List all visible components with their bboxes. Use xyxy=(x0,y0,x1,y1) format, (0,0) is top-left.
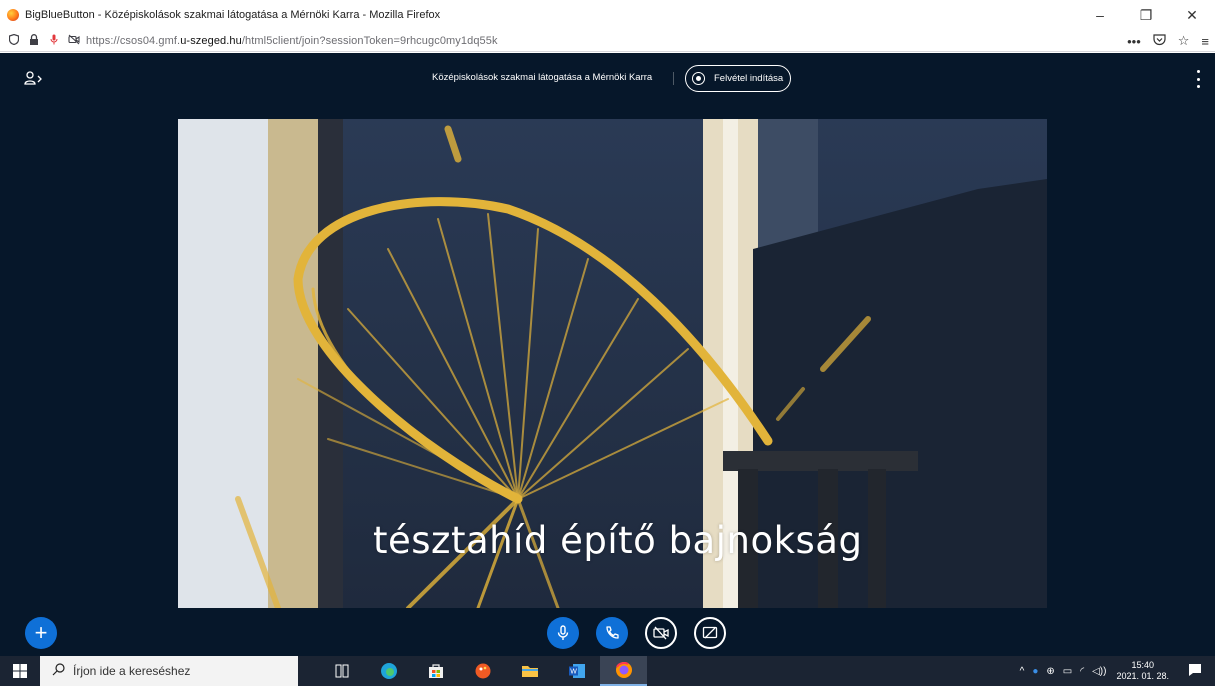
usb-icon[interactable]: ⊕ xyxy=(1046,666,1054,677)
edge-icon[interactable] xyxy=(365,656,412,686)
microphone-icon[interactable] xyxy=(48,34,60,48)
bbb-app: Középiskolások szakmai látogatása a Mérn… xyxy=(0,53,1215,656)
firefox-taskbar-icon[interactable] xyxy=(600,656,647,686)
task-view-icon[interactable] xyxy=(318,656,365,686)
record-icon xyxy=(692,72,705,85)
search-icon xyxy=(52,663,65,679)
clock-time: 15:40 xyxy=(1131,660,1154,670)
users-list-toggle[interactable] xyxy=(23,70,45,86)
tray-icons: ^ ● ⊕ ▭ ◜ ◁)) xyxy=(1020,666,1107,677)
lock-icon[interactable] xyxy=(28,33,40,48)
maximize-button[interactable]: ❐ xyxy=(1123,0,1169,30)
bookmark-star-icon[interactable]: ☆ xyxy=(1178,33,1190,49)
camera-off-icon[interactable] xyxy=(68,34,80,48)
video-caption: tésztahíd építő bajnokság xyxy=(373,519,863,562)
firefox-icon xyxy=(7,9,19,21)
screen-share-button[interactable] xyxy=(694,617,726,649)
windows-taskbar: Írjon ide a kereséshez W ^ ● ⊕ ▭ ◜ ◁)) 1… xyxy=(0,656,1215,686)
minimize-button[interactable]: – xyxy=(1077,0,1123,30)
meeting-title: Középiskolások szakmai látogatása a Mérn… xyxy=(432,72,653,83)
leave-audio-button[interactable] xyxy=(596,617,628,649)
start-recording-button[interactable]: Felvétel indítása xyxy=(685,65,791,92)
pocket-icon[interactable] xyxy=(1153,33,1166,49)
title-divider xyxy=(673,72,674,85)
battery-icon[interactable]: ▭ xyxy=(1063,666,1072,677)
volume-icon[interactable]: ◁)) xyxy=(1092,666,1106,677)
microphone-icon xyxy=(557,625,569,640)
file-explorer-icon[interactable] xyxy=(506,656,553,686)
media-controls xyxy=(547,617,726,649)
bluetooth-icon[interactable]: ● xyxy=(1032,666,1038,677)
store-icon[interactable] xyxy=(412,656,459,686)
address-bar: https://csos04.gmf.u-szeged.hu/html5clie… xyxy=(0,30,1215,52)
taskbar-apps: W xyxy=(318,656,647,686)
url-host: u-szeged.hu xyxy=(180,34,242,47)
screen-share-off-icon xyxy=(702,626,718,639)
start-recording-label: Felvétel indítása xyxy=(714,73,784,84)
shield-icon[interactable] xyxy=(8,33,20,48)
system-tray: ^ ● ⊕ ▭ ◜ ◁)) 15:40 2021. 01. 28. xyxy=(1020,656,1215,686)
window-titlebar: BigBlueButton - Középiskolások szakmai l… xyxy=(0,0,1215,30)
windows-logo-icon xyxy=(13,664,27,678)
window-title: BigBlueButton - Középiskolások szakmai l… xyxy=(25,9,441,21)
word-icon[interactable]: W xyxy=(553,656,600,686)
menu-icon[interactable]: ≡ xyxy=(1201,34,1209,49)
video-stream: tésztahíd építő bajnokság xyxy=(178,119,1047,608)
more-icon[interactable]: ••• xyxy=(1127,34,1141,49)
webcam-toggle-button[interactable] xyxy=(645,617,677,649)
microphone-toggle-button[interactable] xyxy=(547,617,579,649)
url-field[interactable]: https://csos04.gmf.u-szeged.hu/html5clie… xyxy=(86,35,498,47)
actions-button[interactable]: + xyxy=(25,617,57,649)
wifi-icon[interactable]: ◜ xyxy=(1080,666,1084,677)
urlbar-actions: ••• ☆ ≡ xyxy=(1127,30,1209,52)
close-button[interactable]: ✕ xyxy=(1169,0,1215,30)
phone-icon xyxy=(606,626,619,639)
window-controls: – ❐ ✕ xyxy=(1077,0,1215,30)
start-button[interactable] xyxy=(0,656,40,686)
chevron-up-icon[interactable]: ^ xyxy=(1020,666,1025,677)
url-prefix: https://csos04.gmf. xyxy=(86,34,181,47)
camera-off-icon xyxy=(653,626,669,640)
notifications-icon[interactable] xyxy=(1185,663,1205,680)
url-path: /html5client/join?sessionToken=9rhcugc0m… xyxy=(241,34,498,47)
user-icon xyxy=(24,71,42,85)
clock-date: 2021. 01. 28. xyxy=(1116,671,1169,681)
options-menu-icon[interactable] xyxy=(1195,70,1201,88)
search-placeholder: Írjon ide a kereséshez xyxy=(73,664,191,678)
svg-text:W: W xyxy=(570,669,577,676)
taskbar-search-box[interactable]: Írjon ide a kereséshez xyxy=(40,656,298,686)
taskbar-clock[interactable]: 15:40 2021. 01. 28. xyxy=(1116,660,1169,682)
paint-app-icon[interactable] xyxy=(459,656,506,686)
